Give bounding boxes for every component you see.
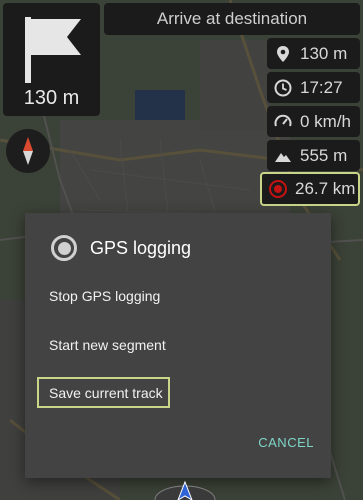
compass-icon	[23, 137, 33, 165]
altitude-widget[interactable]: 555 m	[267, 140, 360, 171]
track-distance-value: 26.7 km	[295, 179, 356, 198]
navigation-arrow-icon	[154, 480, 216, 500]
gps-logging-dialog: GPS logging Stop GPS logging Start new s…	[25, 213, 331, 478]
distance-widget[interactable]: 130 m	[267, 38, 360, 69]
instruction-bar[interactable]: Arrive at destination	[104, 3, 360, 35]
time-value: 17:27	[300, 77, 343, 97]
dialog-title: GPS logging	[51, 233, 191, 263]
location-pin-icon	[274, 45, 292, 63]
mountain-icon	[274, 147, 292, 165]
turn-distance: 130 m	[23, 87, 80, 109]
distance-value: 130 m	[300, 43, 348, 63]
record-icon	[269, 180, 287, 198]
time-widget[interactable]: 17:27	[267, 72, 360, 103]
altitude-value: 555 m	[300, 145, 348, 165]
position-marker	[150, 478, 220, 500]
save-current-track-option[interactable]: Save current track	[37, 377, 170, 408]
start-new-segment-option[interactable]: Start new segment	[49, 337, 166, 353]
gps-radio-icon	[51, 235, 77, 261]
track-recording-widget[interactable]: 26.7 km	[260, 172, 360, 206]
speedometer-icon	[274, 113, 292, 131]
dialog-title-text: GPS logging	[90, 237, 192, 258]
speed-widget[interactable]: 0 km/h	[267, 106, 360, 137]
save-current-track-label: Save current track	[49, 384, 163, 401]
clock-icon	[274, 79, 292, 97]
stop-gps-logging-option[interactable]: Stop GPS logging	[49, 288, 160, 304]
flag-icon	[21, 13, 85, 85]
speed-value: 0 km/h	[300, 111, 352, 131]
compass-button[interactable]	[6, 129, 50, 173]
cancel-button[interactable]: CANCEL	[258, 435, 314, 450]
next-turn-panel[interactable]: 130 m	[3, 3, 100, 116]
